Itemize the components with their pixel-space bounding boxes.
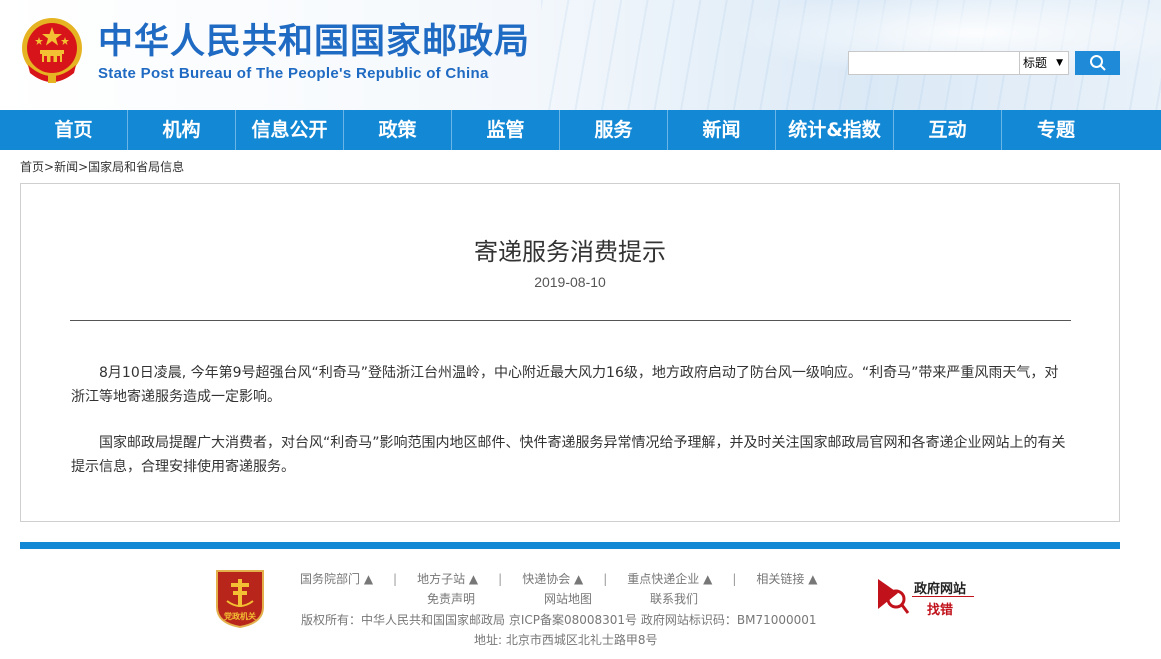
article-title: 寄递服务消费提示: [474, 238, 666, 266]
article-date: 2019-08-10: [534, 274, 606, 290]
nav-item-supervision[interactable]: 监管: [452, 110, 560, 150]
party-government-badge[interactable]: 党政机关: [213, 567, 267, 629]
footer-links: 国务院部门 ▲ | 地方子站 ▲ | 快递协会 ▲ | 重点快递企业 ▲ | 相关链接 ▲: [300, 570, 817, 587]
breadcrumb-home[interactable]: 首页: [20, 160, 44, 174]
article-panel: 寄递服务消费提示 2019-08-10 8月10日凌晨, 今年第9号超强台风“利…: [20, 183, 1120, 522]
nav-item-organization[interactable]: 机构: [128, 110, 236, 150]
footer-copyright: 版权所有：中华人民共和国国家邮政局 京ICP备案08008301号 政府网站标识…: [301, 613, 817, 627]
footer-address: 地址: 北京市西城区北礼士路甲8号: [474, 633, 658, 647]
footer-link-sitemap[interactable]: 网站地图: [544, 590, 592, 607]
footer-link-separator: |: [603, 572, 608, 586]
search-scope-value: 标题: [1023, 56, 1048, 70]
nav-item-services[interactable]: 服务: [560, 110, 668, 150]
footer-divider-bar: [20, 542, 1120, 549]
footer-link-contact[interactable]: 联系我们: [650, 590, 698, 607]
breadcrumb-separator: >: [78, 160, 89, 174]
site-subtitle: State Post Bureau of The People's Republ…: [98, 65, 489, 82]
footer-link-state-council[interactable]: 国务院部门 ▲: [300, 570, 373, 587]
gov-site-divider: [912, 596, 974, 597]
breadcrumb-separator: >: [44, 160, 55, 174]
search-button[interactable]: [1075, 51, 1120, 75]
nav-item-topics[interactable]: 专题: [1002, 110, 1110, 150]
breadcrumb: 首页>新闻>国家局和省局信息: [20, 158, 184, 175]
national-emblem-icon[interactable]: [18, 15, 86, 85]
footer-link-separator: |: [732, 572, 737, 586]
search-scope-select[interactable]: 标题 ▼: [1020, 51, 1069, 75]
nav-item-info-disclosure[interactable]: 信息公开: [236, 110, 344, 150]
dropdown-arrow-icon: ▼: [1056, 58, 1063, 68]
nav-item-home[interactable]: 首页: [20, 110, 128, 150]
site-title: 中华人民共和国国家邮政局: [98, 22, 531, 62]
search-icon: [1089, 55, 1106, 71]
breadcrumb-current[interactable]: 国家局和省局信息: [88, 160, 184, 174]
article-paragraph: 8月10日凌晨, 今年第9号超强台风“利奇马”登陆浙江台州温岭，中心附近最大风力…: [71, 365, 1059, 405]
gov-site-label[interactable]: 政府网站: [914, 578, 966, 597]
footer-link-key-express-companies[interactable]: 重点快递企业 ▲: [627, 570, 712, 587]
badge-text: 党政机关: [224, 611, 256, 621]
nav-item-statistics[interactable]: 统计&指数: [776, 110, 894, 150]
article-divider: [70, 320, 1071, 321]
main-nav: 首页 机构 信息公开 政策 监管 服务 新闻 统计&指数 互动 专题: [0, 110, 1161, 150]
article-paragraph: 国家邮政局提醒广大消费者，对台风“利奇马”影响范围内地区邮件、快件寄递服务异常情…: [71, 435, 1066, 475]
footer-link-related-links[interactable]: 相关链接 ▲: [756, 570, 817, 587]
footer-link-separator: |: [498, 572, 503, 586]
footer-link-express-association[interactable]: 快递协会 ▲: [522, 570, 583, 587]
footer-link-local-sites[interactable]: 地方子站 ▲: [417, 570, 478, 587]
gov-site-error-report-icon[interactable]: [876, 573, 910, 615]
search-input[interactable]: [848, 51, 1020, 75]
nav-item-news[interactable]: 新闻: [668, 110, 776, 150]
site-header: 中华人民共和国国家邮政局 State Post Bureau of The Pe…: [0, 0, 1161, 110]
footer-link-disclaimer[interactable]: 免责声明: [427, 590, 475, 607]
footer-link-separator: |: [393, 572, 398, 586]
gov-site-error-report[interactable]: 找错: [927, 599, 953, 618]
nav-item-policy[interactable]: 政策: [344, 110, 452, 150]
nav-item-interaction[interactable]: 互动: [894, 110, 1002, 150]
party-government-icon: 党政机关: [216, 570, 264, 629]
breadcrumb-news[interactable]: 新闻: [54, 160, 78, 174]
